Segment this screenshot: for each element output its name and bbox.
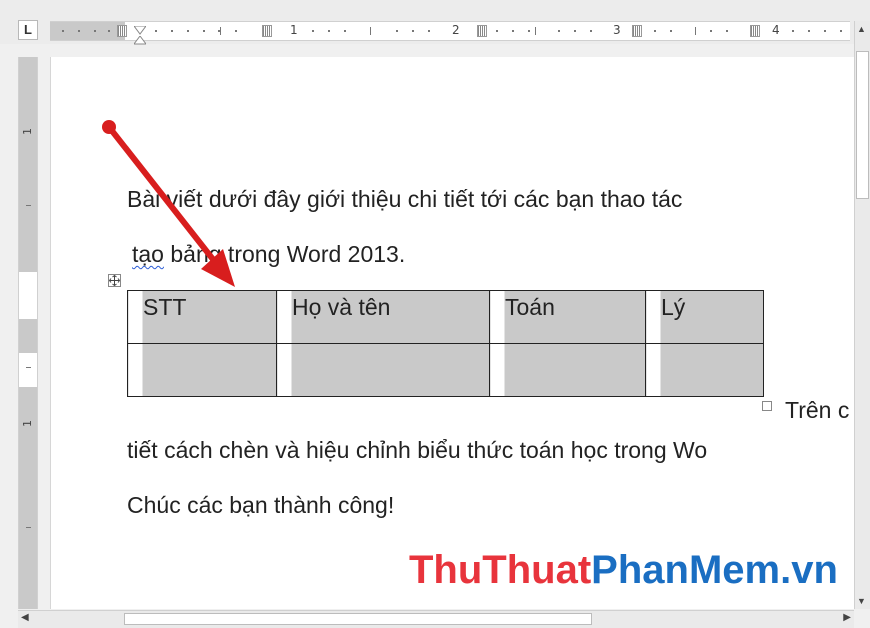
ruler-number: 1 bbox=[290, 23, 298, 37]
vertical-scroll-thumb[interactable] bbox=[856, 51, 869, 199]
horizontal-scrollbar[interactable]: ◀ ▶ bbox=[18, 610, 854, 628]
watermark-part: PhanMem bbox=[591, 548, 781, 592]
vertical-ruler-number: 1 bbox=[21, 420, 34, 427]
ruler-track[interactable]: 1 2 3 4 bbox=[50, 21, 850, 45]
column-marker[interactable] bbox=[262, 25, 272, 37]
watermark-part: .vn bbox=[780, 548, 838, 592]
horizontal-scroll-thumb[interactable] bbox=[124, 613, 592, 625]
vertical-scrollbar[interactable]: ▲ ▼ bbox=[854, 21, 870, 609]
vertical-ruler-number: 1 bbox=[21, 128, 34, 135]
ruler-number: 2 bbox=[452, 23, 460, 37]
vertical-ruler[interactable]: 1 1 bbox=[18, 57, 38, 609]
document-page[interactable]: Bài viết dưới đây giới thiệu chi tiết tớ… bbox=[50, 57, 855, 609]
arrow-down-icon[interactable]: ▼ bbox=[857, 596, 866, 606]
ruler-number: 4 bbox=[772, 23, 780, 37]
watermark-part: ThuThuat bbox=[409, 548, 592, 592]
tab-selector-button[interactable]: L bbox=[18, 20, 38, 40]
ruler-number: 3 bbox=[613, 23, 621, 37]
paragraph-line[interactable]: tiết cách chèn và hiệu chỉnh biểu thức t… bbox=[127, 437, 707, 464]
horizontal-ruler[interactable]: L 1 2 3 4 bbox=[0, 0, 870, 45]
column-marker[interactable] bbox=[632, 25, 642, 37]
arrow-right-icon[interactable]: ▶ bbox=[843, 612, 851, 623]
watermark-logo: ThuThuatPhanMem.vn bbox=[409, 548, 838, 593]
column-marker[interactable] bbox=[117, 25, 127, 37]
arrow-up-icon[interactable]: ▲ bbox=[857, 24, 866, 34]
annotation-arrow bbox=[102, 120, 235, 287]
top-margin-area bbox=[19, 57, 37, 272]
first-line-indent-marker[interactable] bbox=[133, 22, 147, 35]
column-marker[interactable] bbox=[750, 25, 760, 37]
column-marker[interactable] bbox=[477, 25, 487, 37]
row-boundary-area bbox=[19, 319, 37, 353]
paragraph-line[interactable]: Trên c bbox=[785, 397, 849, 424]
arrow-left-icon[interactable]: ◀ bbox=[21, 612, 29, 623]
table-resize-handle[interactable] bbox=[762, 401, 772, 411]
paragraph-line[interactable]: Chúc các bạn thành công! bbox=[127, 492, 394, 519]
hanging-indent-marker[interactable] bbox=[133, 32, 147, 45]
